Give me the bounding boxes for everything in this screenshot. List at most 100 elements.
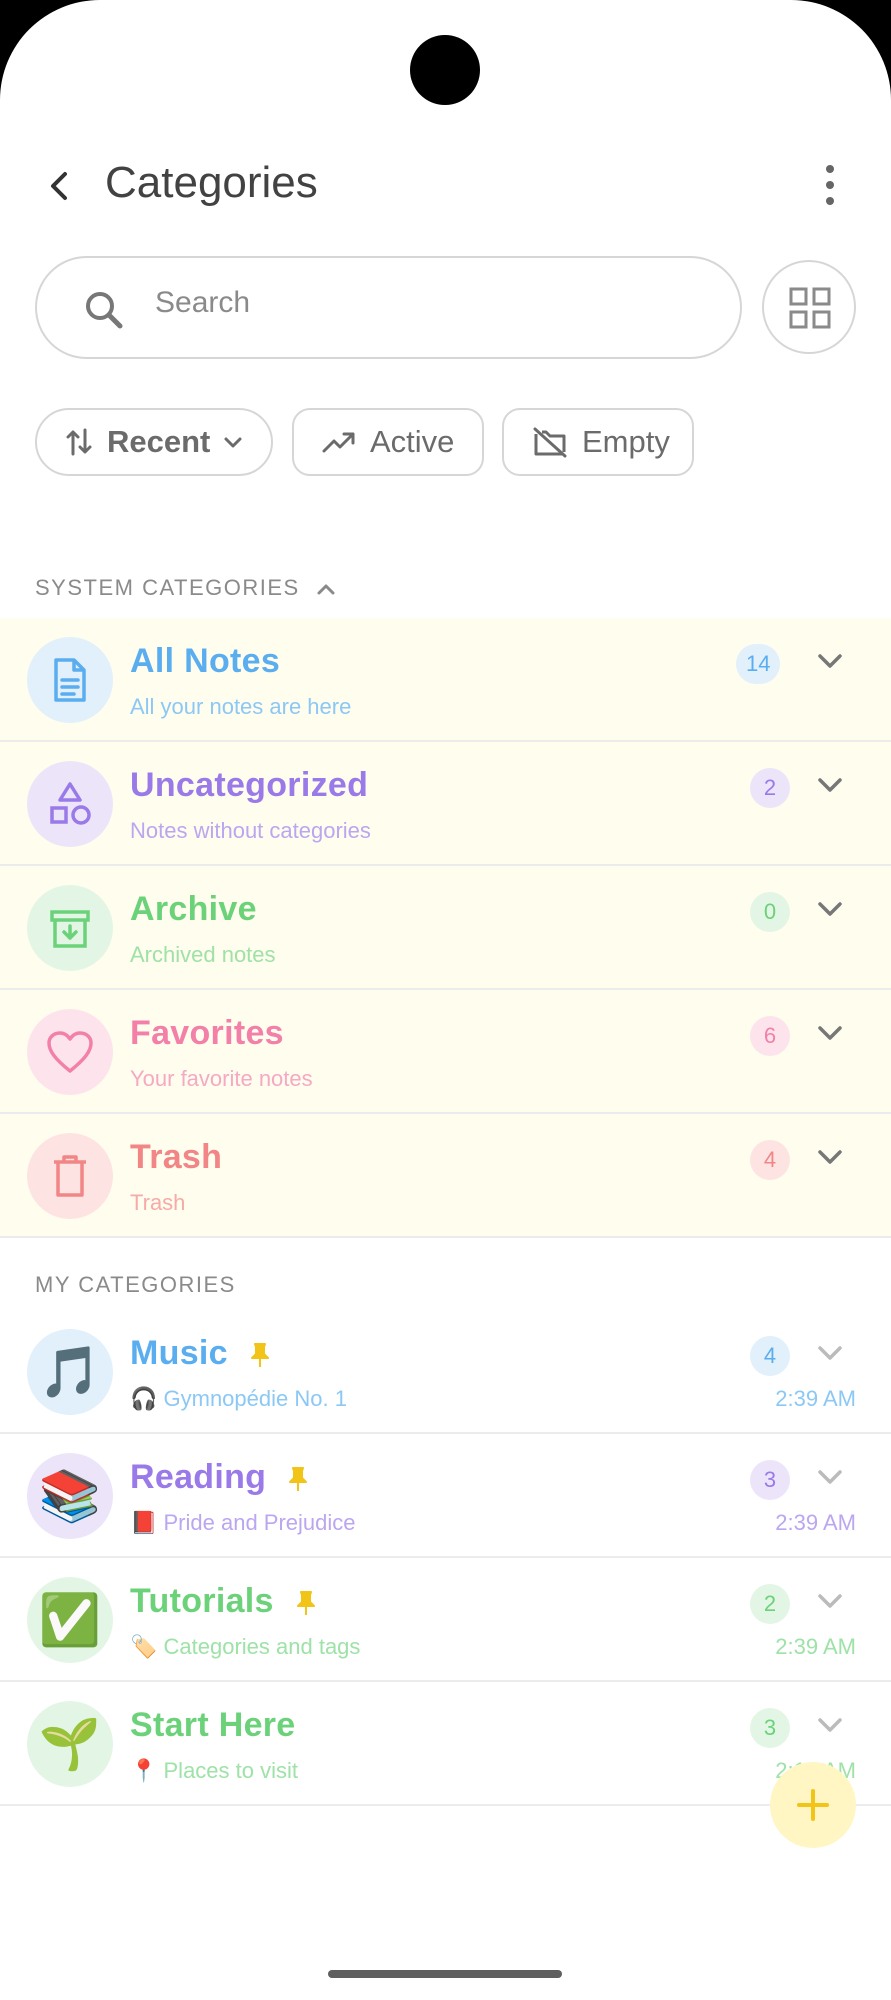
app-bar: Categories — [0, 140, 891, 230]
heart-icon — [47, 1031, 93, 1073]
category-title-row: Music — [130, 1334, 272, 1373]
category-row-archive[interactable]: Archive Archived notes 0 — [0, 866, 891, 990]
count-badge: 4 — [750, 1336, 790, 1376]
count-badge: 2 — [750, 768, 790, 808]
search-icon — [86, 292, 123, 329]
sort-icon — [66, 428, 92, 456]
plus-icon — [797, 1789, 829, 1821]
latest-note: 🏷️ Categories and tags — [130, 1634, 361, 1659]
timestamp: 2:39 AM — [775, 1510, 856, 1535]
favorites-avatar — [27, 1009, 113, 1095]
category-row-favorites[interactable]: Favorites Your favorite notes 6 — [0, 990, 891, 1114]
category-row-music[interactable]: 🎵 Music 🎧 Gymnopédie No. 1 4 2:39 AM — [0, 1310, 891, 1434]
document-icon — [54, 658, 86, 702]
more-dot — [826, 181, 834, 189]
archive-icon — [50, 910, 90, 948]
books-emoji-icon: 📚 — [27, 1453, 113, 1539]
my-categories-header: MY CATEGORIES — [35, 1272, 236, 1297]
chevron-down-icon[interactable] — [816, 652, 844, 672]
seedling-emoji-icon: 🌱 — [27, 1701, 113, 1787]
count-badge: 3 — [750, 1708, 790, 1748]
filter-empty-chip[interactable]: Empty — [502, 408, 694, 476]
category-row-all-notes[interactable]: All Notes All your notes are here 14 — [0, 618, 891, 742]
trash-avatar — [27, 1133, 113, 1219]
category-title: Tutorials — [130, 1582, 274, 1620]
category-subtitle: All your notes are here — [130, 694, 352, 719]
filter-active-chip[interactable]: Active — [292, 408, 484, 476]
count-badge: 2 — [750, 1584, 790, 1624]
view-toggle-button[interactable] — [762, 260, 856, 354]
chevron-down-icon[interactable] — [816, 1468, 844, 1488]
all-notes-avatar — [27, 637, 113, 723]
timestamp: 2:39 AM — [775, 1386, 856, 1411]
chevron-down-icon[interactable] — [816, 900, 844, 920]
category-title: Archive — [130, 890, 257, 928]
uncategorized-avatar — [27, 761, 113, 847]
more-options-button[interactable] — [820, 165, 840, 209]
category-row-uncategorized[interactable]: Uncategorized Notes without categories 2 — [0, 742, 891, 866]
screen: Categories Recent — [0, 0, 891, 2000]
count-badge: 14 — [736, 644, 781, 684]
grid-view-icon — [789, 287, 831, 329]
latest-note: 📕 Pride and Prejudice — [130, 1510, 356, 1535]
check-emoji-icon: ✅ — [27, 1577, 113, 1663]
category-subtitle: Archived notes — [130, 942, 276, 967]
category-subtitle: Notes without categories — [130, 818, 371, 843]
category-subtitle: Your favorite notes — [130, 1066, 313, 1091]
chevron-down-icon[interactable] — [816, 1344, 844, 1364]
folder-off-icon — [533, 427, 567, 458]
search-input[interactable] — [155, 286, 655, 320]
latest-note: 📍 Places to visit — [130, 1758, 298, 1783]
category-row-tutorials[interactable]: ✅ Tutorials 🏷️ Categories and tags 2 2:3… — [0, 1558, 891, 1682]
home-indicator[interactable] — [328, 1970, 562, 1978]
chevron-down-icon[interactable] — [816, 1148, 844, 1168]
pin-icon — [296, 1591, 315, 1616]
category-title-row: Tutorials — [130, 1582, 318, 1621]
chevron-down-icon[interactable] — [816, 1024, 844, 1044]
add-category-button[interactable] — [770, 1762, 856, 1848]
count-badge: 4 — [750, 1140, 790, 1180]
chevron-down-icon[interactable] — [816, 1716, 844, 1736]
chevron-down-icon[interactable] — [816, 1592, 844, 1612]
category-title-row: Reading — [130, 1458, 310, 1497]
trending-up-icon — [322, 432, 355, 453]
archive-avatar — [27, 885, 113, 971]
active-label: Active — [370, 424, 455, 459]
latest-note: 🎧 Gymnopédie No. 1 — [130, 1386, 347, 1411]
count-badge: 3 — [750, 1460, 790, 1500]
more-dot — [826, 197, 834, 205]
back-button[interactable] — [40, 166, 80, 206]
page-title: Categories — [105, 158, 318, 207]
system-categories-header[interactable]: SYSTEM CATEGORIES — [35, 575, 337, 601]
empty-label: Empty — [582, 424, 670, 459]
category-title: Reading — [130, 1458, 267, 1496]
sort-label: Recent — [107, 424, 211, 459]
category-title: Favorites — [130, 1014, 284, 1052]
count-badge: 0 — [750, 892, 790, 932]
music-emoji-icon: 🎵 — [27, 1329, 113, 1415]
category-row-start-here[interactable]: 🌱 Start Here 📍 Places to visit 3 2:15 AM — [0, 1682, 891, 1806]
category-title: Trash — [130, 1138, 223, 1176]
search-bar[interactable] — [35, 256, 742, 359]
category-title: Music — [130, 1334, 228, 1372]
category-row-trash[interactable]: Trash Trash 4 — [0, 1114, 891, 1238]
section-title: SYSTEM CATEGORIES — [35, 575, 300, 600]
category-title: All Notes — [130, 642, 281, 680]
category-title: Uncategorized — [130, 766, 369, 804]
category-subtitle: Trash — [130, 1190, 186, 1215]
sort-recent-chip[interactable]: Recent — [35, 408, 273, 476]
count-badge: 6 — [750, 1016, 790, 1056]
category-row-reading[interactable]: 📚 Reading 📕 Pride and Prejudice 3 2:39 A… — [0, 1434, 891, 1558]
chevron-up-icon — [317, 584, 335, 595]
chevron-down-icon[interactable] — [816, 776, 844, 796]
chevron-down-icon — [224, 437, 242, 448]
trash-icon — [54, 1155, 86, 1197]
pin-icon — [288, 1467, 307, 1492]
shapes-icon — [50, 782, 91, 825]
category-title: Start Here — [130, 1706, 296, 1744]
timestamp: 2:39 AM — [775, 1634, 856, 1659]
camera-cutout — [410, 35, 480, 105]
more-vert-icon — [826, 165, 834, 173]
back-arrow-icon — [51, 172, 67, 200]
pin-icon — [250, 1343, 269, 1368]
